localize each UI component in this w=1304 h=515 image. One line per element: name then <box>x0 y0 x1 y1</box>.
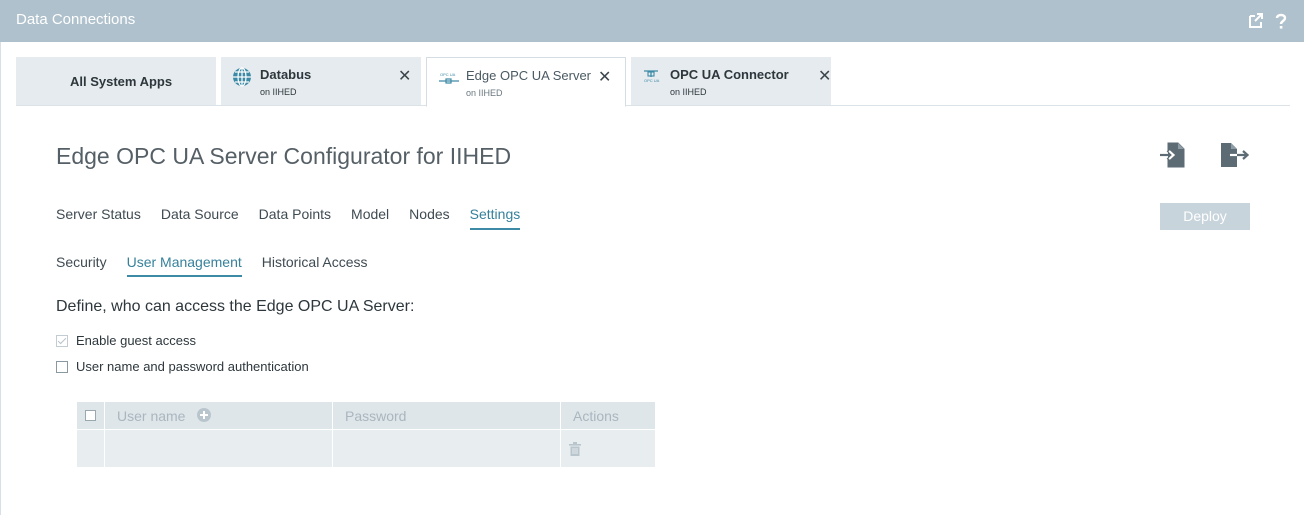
column-header-password: Password <box>345 408 407 424</box>
svg-text:OPC UA: OPC UA <box>644 78 660 83</box>
close-icon[interactable]: ✕ <box>398 66 411 86</box>
tab-historical-access[interactable]: Historical Access <box>262 254 368 277</box>
column-header-user-name: User name <box>117 408 186 424</box>
close-icon[interactable]: ✕ <box>818 66 831 86</box>
column-header-actions: Actions <box>573 408 619 424</box>
tab-databus[interactable]: Databus on IIHED ✕ <box>221 57 421 105</box>
opc-ua-server-icon: OPC UA <box>438 68 460 88</box>
password-auth-option: User name and password authentication <box>56 359 309 374</box>
import-icon <box>1159 142 1187 173</box>
column-divider <box>104 402 105 467</box>
opc-ua-connector-icon: OPC UA <box>642 67 664 87</box>
export-icon <box>1220 143 1250 173</box>
tab-label: Edge OPC UA Server <box>466 68 591 83</box>
tab-nodes[interactable]: Nodes <box>409 206 449 230</box>
guest-access-checkbox[interactable] <box>56 334 68 347</box>
app-title: Data Connections <box>16 11 136 28</box>
main-nav: Server Status Data Source Data Points Mo… <box>56 206 540 230</box>
tab-data-points[interactable]: Data Points <box>259 206 331 230</box>
guest-access-option: Enable guest access <box>56 333 196 348</box>
password-auth-checkbox[interactable] <box>56 360 68 373</box>
tab-data-source[interactable]: Data Source <box>161 206 239 230</box>
globe-network-icon <box>232 67 254 87</box>
import-button[interactable] <box>1159 141 1187 169</box>
export-button[interactable] <box>1220 141 1250 169</box>
svg-text:OPC UA: OPC UA <box>440 72 456 77</box>
tab-security[interactable]: Security <box>56 254 107 277</box>
tab-model[interactable]: Model <box>351 206 389 230</box>
tab-sublabel: on IIHED <box>260 87 297 97</box>
tab-settings[interactable]: Settings <box>469 206 521 230</box>
app-title-bar: Data Connections <box>0 0 1304 42</box>
password-auth-label: User name and password authentication <box>76 359 309 374</box>
add-user-icon[interactable] <box>197 408 211 422</box>
deploy-button[interactable]: Deploy <box>1160 203 1250 230</box>
row-divider <box>77 429 655 430</box>
tab-user-management[interactable]: User Management <box>126 254 242 277</box>
select-all-checkbox[interactable] <box>85 410 96 421</box>
page-title: Edge OPC UA Server Configurator for IIHE… <box>56 143 512 169</box>
users-table: User name Password Actions <box>77 402 655 467</box>
column-divider <box>332 402 333 467</box>
tab-server-status[interactable]: Server Status <box>56 206 141 230</box>
external-link-icon[interactable] <box>1248 12 1264 30</box>
tab-label: All System Apps <box>70 74 173 89</box>
tab-label: Databus <box>260 67 312 82</box>
tab-sublabel: on IIHED <box>670 87 707 97</box>
help-icon[interactable] <box>1274 12 1290 30</box>
frame-border <box>0 42 1 515</box>
column-divider <box>560 402 561 467</box>
tab-label: OPC UA Connector <box>670 67 789 82</box>
tab-opc-ua-connector[interactable]: OPC UA OPC UA Connector on IIHED ✕ <box>631 57 831 105</box>
guest-access-label: Enable guest access <box>76 333 196 348</box>
settings-subnav: Security User Management Historical Acce… <box>56 254 388 277</box>
close-icon[interactable]: ✕ <box>598 67 611 87</box>
access-heading: Define, who can access the Edge OPC UA S… <box>56 298 415 315</box>
tab-sublabel: on IIHED <box>466 88 503 98</box>
trash-icon[interactable] <box>569 442 581 456</box>
tab-edge-opc-ua-server[interactable]: OPC UA Edge OPC UA Server on IIHED ✕ <box>426 57 626 107</box>
tab-all-system-apps[interactable]: All System Apps <box>16 57 216 105</box>
app-tabs: All System Apps Databus on IIHED ✕ OPC U… <box>16 57 1290 107</box>
